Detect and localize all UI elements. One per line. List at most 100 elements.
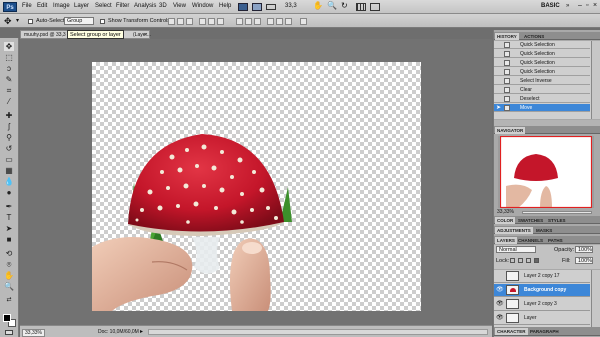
3d-rotate-tool-icon[interactable]: ⟲ bbox=[4, 249, 14, 258]
visibility-eye-icon[interactable]: 👁 bbox=[496, 315, 504, 322]
align-hcenter-icon[interactable] bbox=[208, 18, 215, 25]
restore-icon[interactable]: ▫ bbox=[586, 2, 588, 9]
tab-paragraph[interactable]: PARAGRAPH bbox=[528, 328, 561, 335]
tab-masks[interactable]: MASKS bbox=[534, 227, 554, 234]
pen-tool-icon[interactable]: ✒ bbox=[4, 202, 14, 211]
layer-row[interactable]: 👁 Layer bbox=[494, 312, 590, 325]
auto-align-icon[interactable] bbox=[300, 18, 307, 25]
visibility-eye-icon[interactable] bbox=[496, 273, 503, 280]
lock-position-icon[interactable] bbox=[526, 258, 531, 263]
layer-row[interactable]: Layer 2 copy 17 bbox=[494, 270, 590, 283]
history-item-selected[interactable]: ➤ Move bbox=[494, 104, 590, 112]
type-tool-icon[interactable]: T bbox=[4, 213, 14, 222]
move-tool-icon[interactable]: ✥ bbox=[4, 42, 14, 51]
shape-tool-icon[interactable]: ■ bbox=[4, 235, 14, 244]
layer-row-selected[interactable]: 👁 Background copy bbox=[494, 284, 590, 297]
history-scrollbar[interactable] bbox=[591, 41, 600, 119]
align-top-icon[interactable] bbox=[168, 18, 175, 25]
rotate-view-icon[interactable]: ↻ bbox=[341, 1, 348, 10]
navigator-zoom-slider[interactable] bbox=[522, 211, 592, 214]
chevron-down-icon[interactable]: ▾ bbox=[16, 17, 19, 24]
layers-scrollbar[interactable] bbox=[591, 270, 600, 327]
menu-file[interactable]: File bbox=[22, 3, 32, 9]
align-left-icon[interactable] bbox=[199, 18, 206, 25]
layer-row[interactable]: 👁 Layer 2 copy 3 bbox=[494, 298, 590, 311]
history-item[interactable]: Quick Selection bbox=[494, 68, 590, 76]
hand-tool-icon[interactable]: ✋ bbox=[4, 271, 14, 280]
workspace-switcher[interactable]: BASIC bbox=[541, 3, 560, 9]
healing-brush-tool-icon[interactable]: ✚ bbox=[4, 111, 14, 120]
navigator-preview[interactable] bbox=[498, 136, 594, 208]
menu-edit[interactable]: Edit bbox=[37, 3, 47, 9]
menu-image[interactable]: Image bbox=[53, 3, 70, 9]
visibility-eye-icon[interactable]: 👁 bbox=[496, 301, 504, 308]
menu-select[interactable]: Select bbox=[95, 3, 112, 9]
history-item[interactable]: Clear bbox=[494, 86, 590, 94]
3d-camera-tool-icon[interactable]: ⌾ bbox=[4, 260, 14, 269]
menu-view[interactable]: View bbox=[173, 3, 186, 9]
chevron-right-icon[interactable]: » bbox=[566, 3, 569, 9]
distribute-bottom-icon[interactable] bbox=[254, 18, 261, 25]
auto-select-dropdown[interactable]: Group bbox=[64, 17, 94, 25]
align-vcenter-icon[interactable] bbox=[177, 18, 184, 25]
quick-selection-tool-icon[interactable]: ✎ bbox=[4, 75, 14, 84]
menu-layer[interactable]: Layer bbox=[74, 3, 89, 9]
visibility-eye-icon[interactable]: 👁 bbox=[496, 287, 504, 294]
show-transform-checkbox[interactable] bbox=[100, 19, 105, 24]
distribute-top-icon[interactable] bbox=[236, 18, 243, 25]
lasso-tool-icon[interactable]: ↄ bbox=[4, 64, 14, 73]
tab-color[interactable]: COLOR bbox=[495, 217, 516, 224]
screen-mode-icon[interactable] bbox=[370, 3, 380, 11]
distribute-left-icon[interactable] bbox=[267, 18, 274, 25]
view-extras-icon[interactable] bbox=[266, 4, 276, 10]
clone-stamp-tool-icon[interactable]: ⚲ bbox=[4, 133, 14, 142]
opacity-field[interactable]: 100% bbox=[575, 246, 593, 253]
bridge-icon[interactable] bbox=[238, 3, 248, 11]
lock-pixels-icon[interactable] bbox=[518, 258, 523, 263]
arrange-documents-icon[interactable] bbox=[356, 3, 366, 11]
eraser-tool-icon[interactable]: ▭ bbox=[4, 155, 14, 164]
distribute-right-icon[interactable] bbox=[285, 18, 292, 25]
zoom-level-menu[interactable]: 33,3 bbox=[285, 3, 297, 9]
minimize-icon[interactable]: – bbox=[578, 2, 582, 9]
history-item[interactable]: Select Inverse bbox=[494, 77, 590, 85]
canvas[interactable] bbox=[92, 62, 421, 311]
lock-transparent-icon[interactable] bbox=[510, 258, 515, 263]
crop-tool-icon[interactable]: ⌗ bbox=[4, 86, 14, 95]
history-item[interactable]: Quick Selection bbox=[494, 41, 590, 49]
blur-tool-icon[interactable]: 💧 bbox=[4, 177, 14, 186]
navigator-zoom[interactable]: 33,33% bbox=[497, 209, 514, 215]
quick-mask-icon[interactable] bbox=[5, 330, 13, 335]
menu-analysis[interactable]: Analysis bbox=[134, 3, 156, 9]
path-selection-tool-icon[interactable]: ➤ bbox=[4, 224, 14, 233]
dodge-tool-icon[interactable]: ● bbox=[4, 188, 14, 197]
tab-history[interactable]: HISTORY bbox=[495, 33, 519, 40]
tab-layers[interactable]: LAYERS bbox=[495, 237, 517, 244]
tab-channels[interactable]: CHANNELS bbox=[516, 237, 545, 244]
menu-help[interactable]: Help bbox=[219, 3, 231, 9]
align-bottom-icon[interactable] bbox=[186, 18, 193, 25]
tab-paths[interactable]: PATHS bbox=[546, 237, 565, 244]
close-icon[interactable]: × bbox=[144, 31, 147, 39]
history-item[interactable]: Quick Selection bbox=[494, 50, 590, 58]
eyedropper-tool-icon[interactable]: ⁄ bbox=[4, 97, 14, 106]
zoom-field[interactable]: 33,33% bbox=[22, 329, 45, 337]
align-right-icon[interactable] bbox=[217, 18, 224, 25]
lock-all-icon[interactable] bbox=[534, 258, 539, 263]
foreground-color-swatch[interactable] bbox=[3, 314, 11, 322]
menu-window[interactable]: Window bbox=[192, 3, 213, 9]
swap-colors-icon[interactable]: ⇄ bbox=[4, 296, 14, 305]
tab-styles[interactable]: STYLES bbox=[546, 217, 568, 224]
horizontal-scrollbar[interactable] bbox=[148, 329, 488, 335]
mini-bridge-icon[interactable] bbox=[252, 3, 262, 11]
tab-adjustments[interactable]: ADJUSTMENTS bbox=[495, 227, 533, 234]
tab-swatches[interactable]: SWATCHES bbox=[516, 217, 545, 224]
brush-tool-icon[interactable]: ʃ bbox=[4, 122, 14, 131]
history-brush-tool-icon[interactable]: ↺ bbox=[4, 144, 14, 153]
distribute-hcenter-icon[interactable] bbox=[276, 18, 283, 25]
zoom-tool-icon[interactable]: 🔍 bbox=[327, 1, 337, 10]
move-tool-icon[interactable]: ✥ bbox=[4, 16, 12, 27]
zoom-tool-icon[interactable]: 🔍 bbox=[4, 282, 14, 291]
fill-field[interactable]: 100% bbox=[575, 257, 593, 264]
history-item[interactable]: Deselect bbox=[494, 95, 590, 103]
